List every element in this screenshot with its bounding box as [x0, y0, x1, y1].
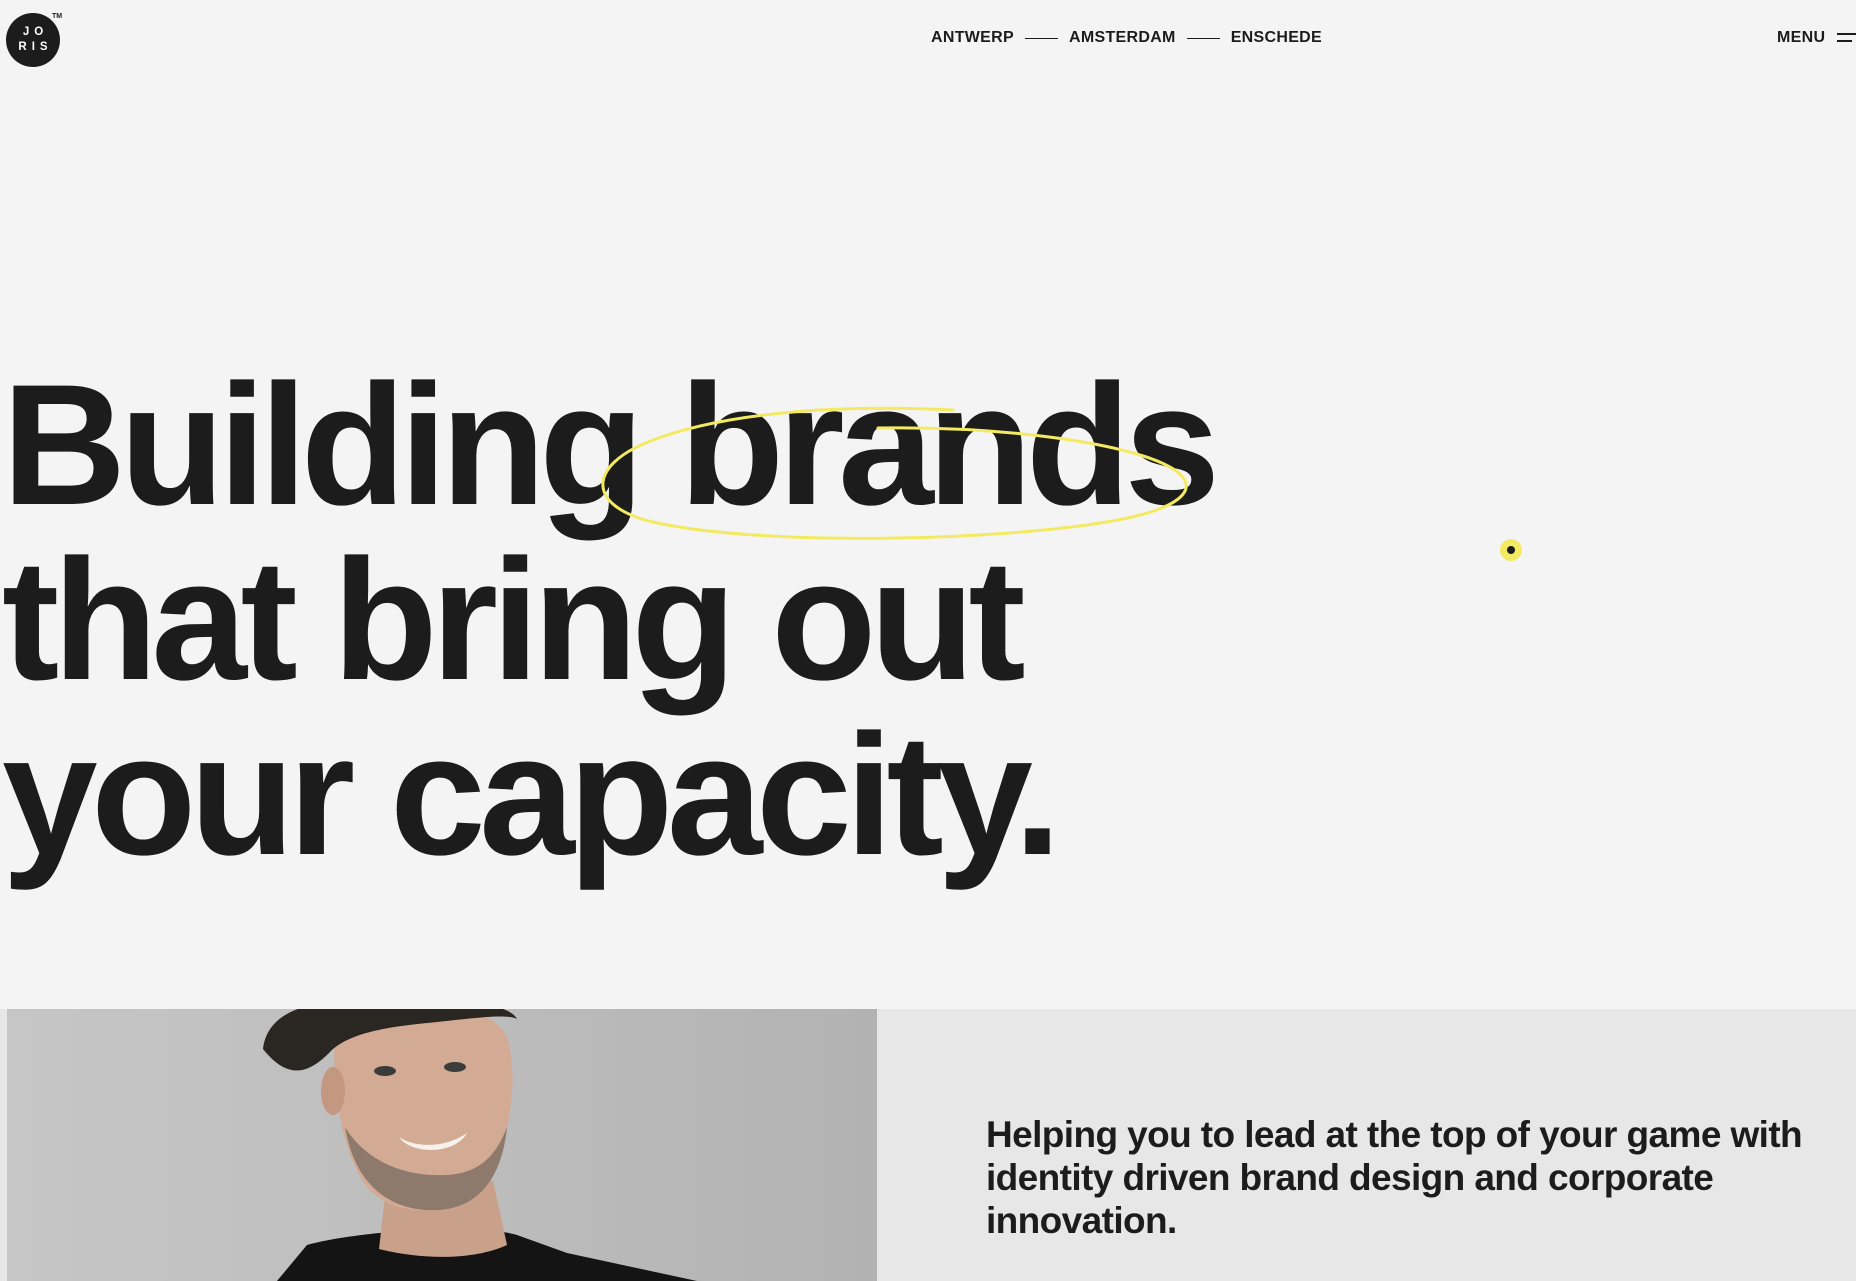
portrait-photo — [7, 1009, 877, 1281]
logo-text-line1: JO — [22, 26, 49, 38]
location-enschede[interactable]: ENSCHEDE — [1231, 29, 1322, 47]
location-antwerp[interactable]: ANTWERP — [931, 29, 1014, 47]
hamburger-icon — [1837, 32, 1856, 44]
hero-word-building: Building — [2, 349, 644, 541]
trademark-mark: TM — [52, 13, 63, 20]
hero-line-3: your capacity. — [2, 699, 1061, 891]
menu-label: MENU — [1777, 29, 1826, 46]
location-list: ANTWERP AMSTERDAM ENSCHEDE — [931, 29, 1322, 47]
logo[interactable]: JO RIS — [6, 13, 60, 67]
custom-cursor — [1500, 539, 1522, 561]
menu-button[interactable]: MENU — [1777, 29, 1856, 47]
hero-headline: Building brands that bring out your capa… — [2, 358, 1220, 891]
location-divider — [1186, 37, 1220, 39]
hero-line-2: that bring out — [2, 524, 1026, 716]
hero-line-1: Building brands — [2, 358, 1220, 533]
portrait-illustration — [263, 1009, 697, 1281]
logo-text-line2: RIS — [18, 41, 53, 53]
hero-word-brands-highlighted: brands — [679, 349, 1220, 541]
intro-tagline: Helping you to lead at the top of your g… — [986, 1114, 1803, 1241]
location-divider — [1024, 37, 1058, 39]
location-amsterdam[interactable]: AMSTERDAM — [1069, 29, 1176, 47]
